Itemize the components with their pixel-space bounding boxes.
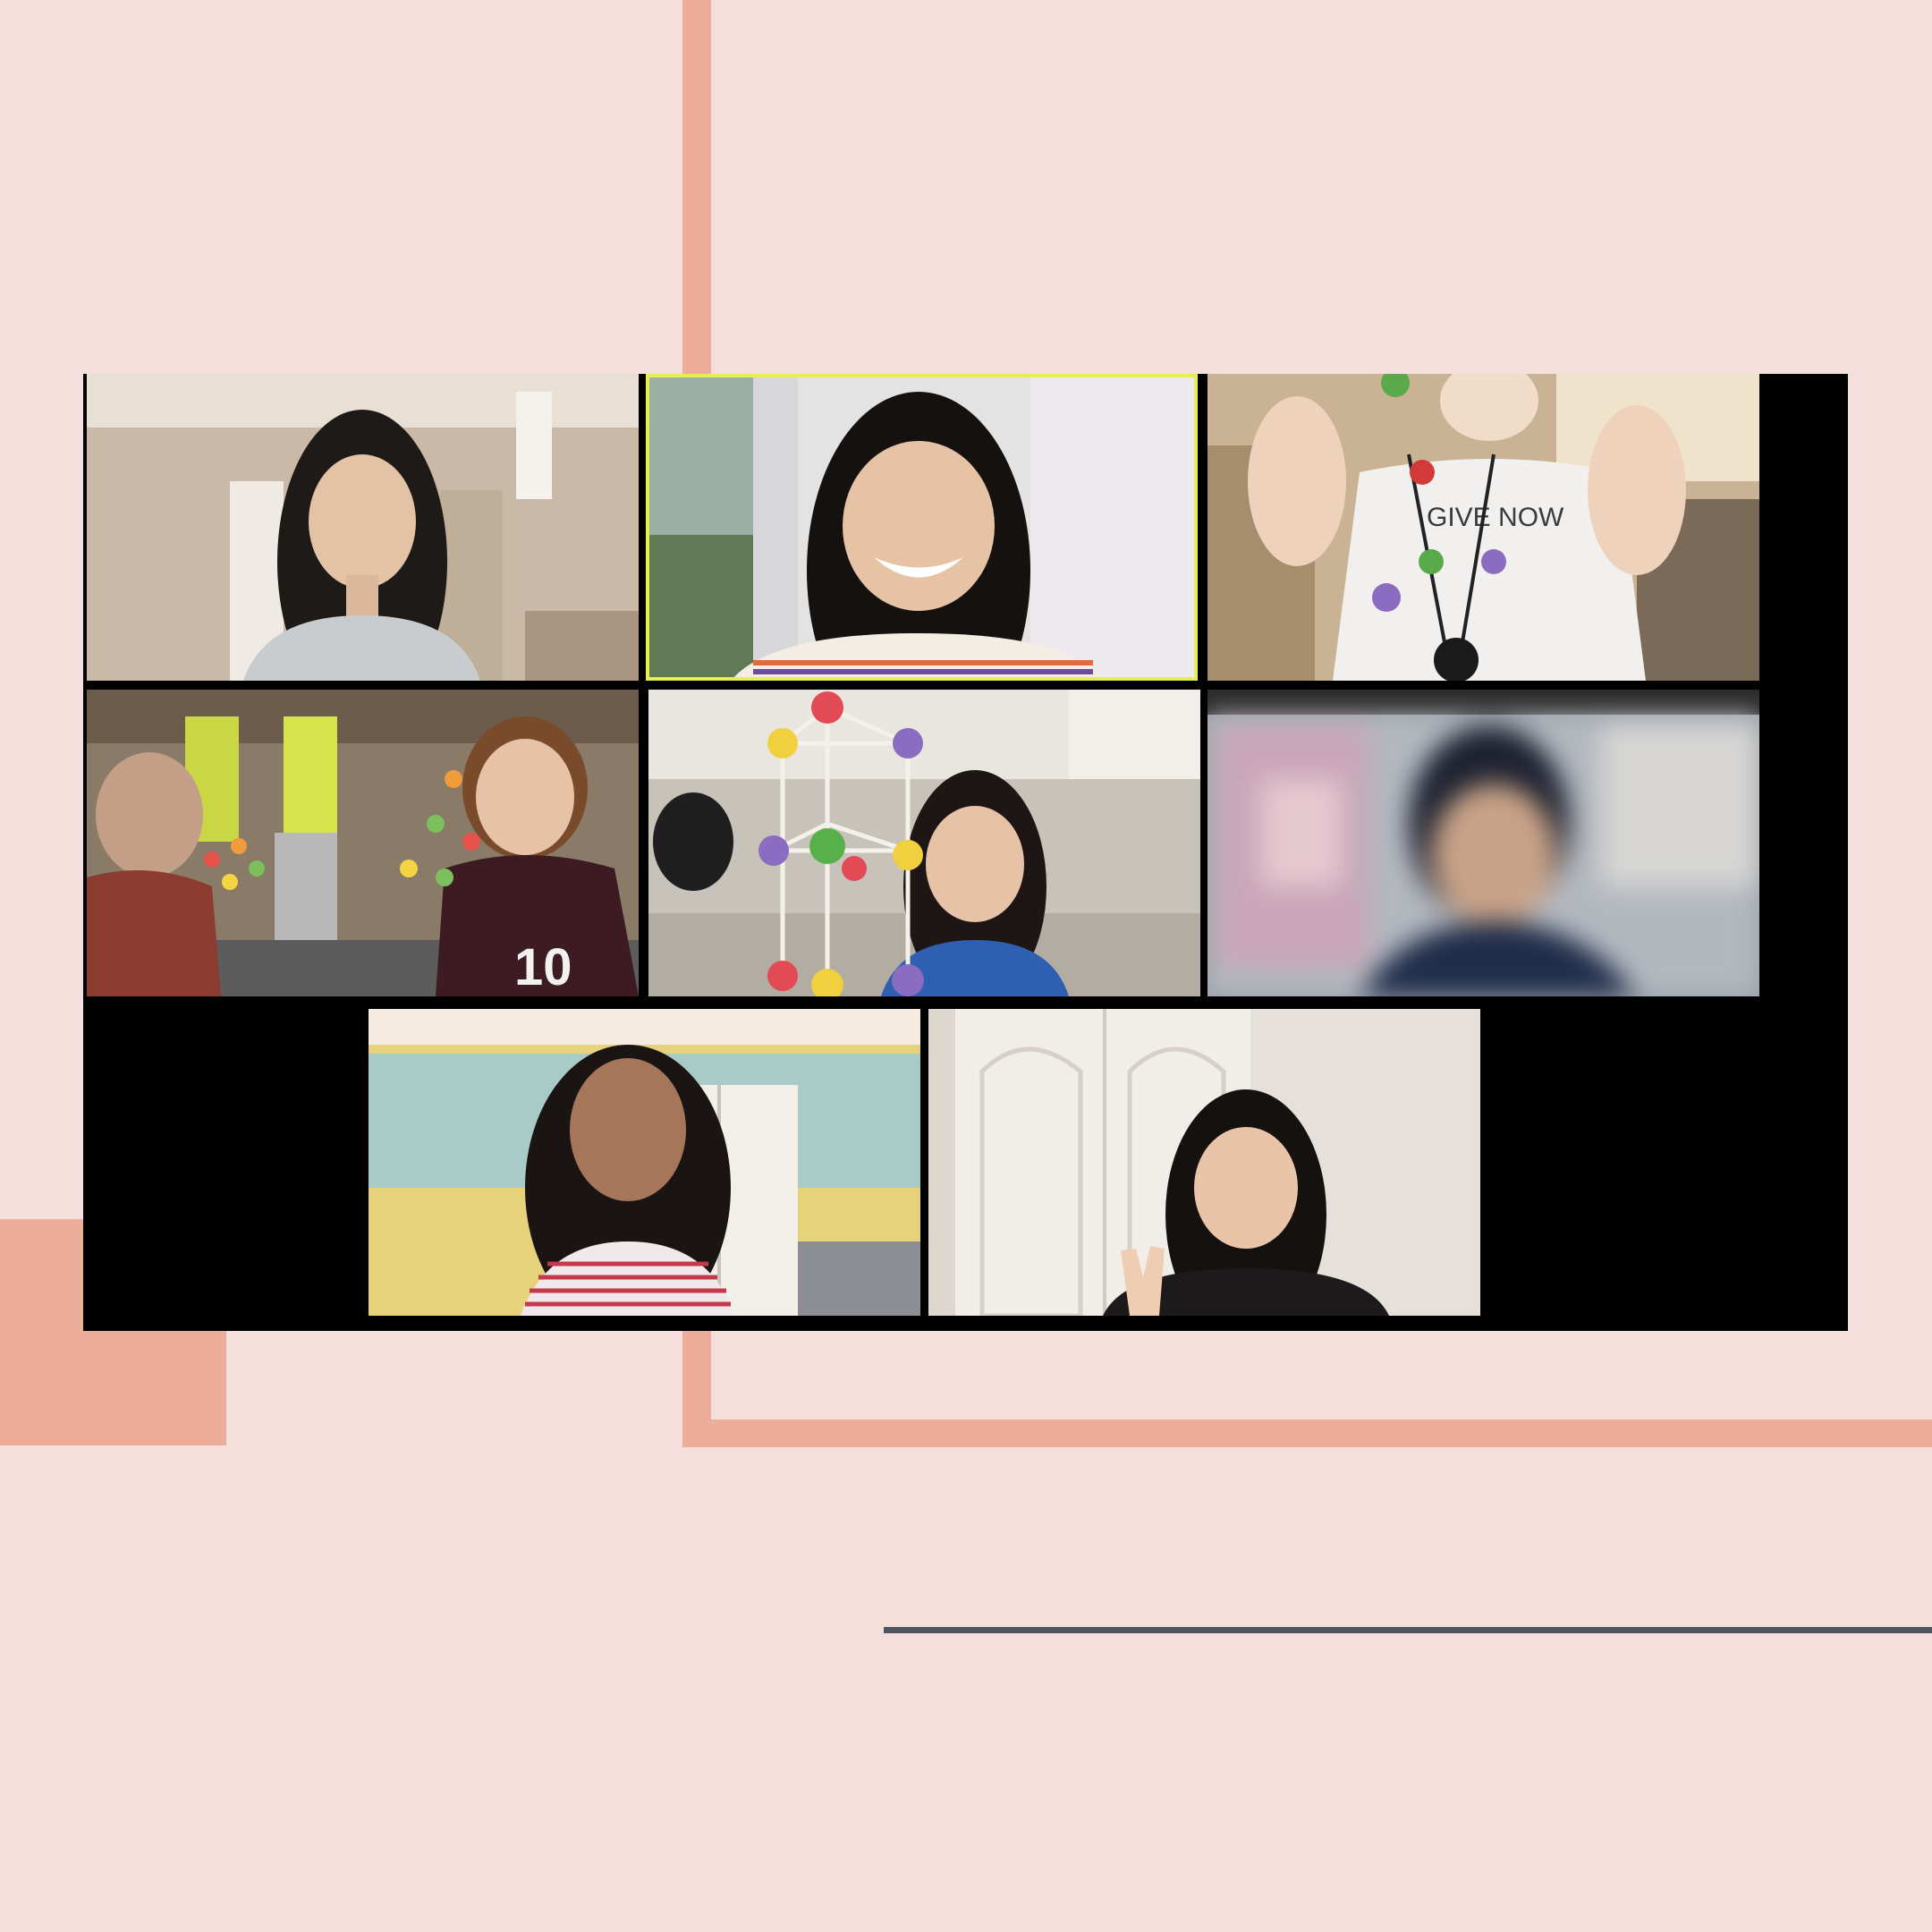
- decorative-dark-line: [884, 1627, 1932, 1633]
- participant-video-5: [648, 690, 1200, 996]
- participant-video-tile-7[interactable]: [369, 1009, 920, 1316]
- participant-video-4: 10: [87, 690, 639, 996]
- participant-video-2: [646, 374, 1198, 681]
- participant-video-tile-2[interactable]: [646, 374, 1198, 681]
- video-gallery-grid: GIVE NOW 10: [83, 374, 1848, 1331]
- participant-video-3: GIVE NOW: [1208, 374, 1759, 681]
- participant-video-tile-3[interactable]: GIVE NOW: [1208, 374, 1759, 681]
- decorative-bar-vertical-top: [682, 0, 711, 376]
- participant-video-tile-8[interactable]: [928, 1009, 1480, 1316]
- participant-video-tile-6[interactable]: [1208, 690, 1759, 996]
- participant-video-8: [928, 1009, 1480, 1316]
- jersey-number: 10: [514, 938, 572, 996]
- participant-video-1: [87, 374, 639, 681]
- participant-video-tile-4[interactable]: 10: [87, 690, 639, 996]
- participant-video-7: [369, 1009, 920, 1316]
- participant-video-6: [1208, 690, 1759, 996]
- decorative-bar-horizontal: [682, 1419, 1932, 1447]
- participant-video-tile-5[interactable]: [648, 690, 1200, 996]
- participant-video-tile-1[interactable]: [87, 374, 639, 681]
- page-canvas: GIVE NOW 10: [0, 0, 1932, 1932]
- shirt-text: GIVE NOW: [1427, 503, 1564, 532]
